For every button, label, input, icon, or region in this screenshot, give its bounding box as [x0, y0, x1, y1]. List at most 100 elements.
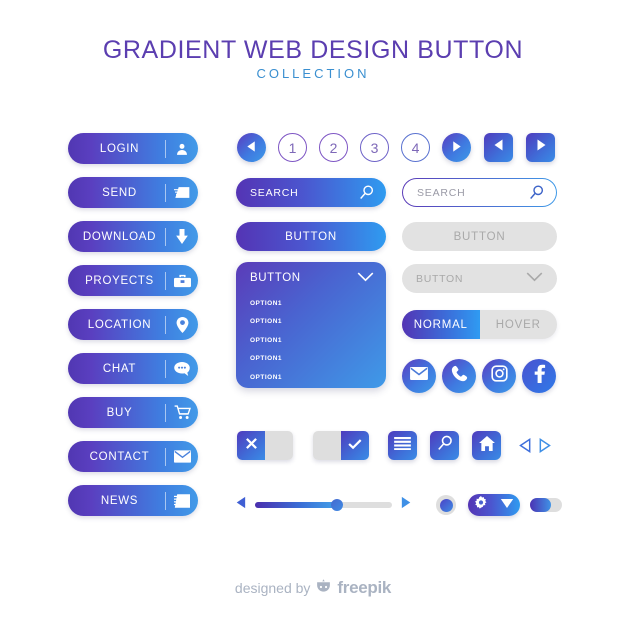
slider-control[interactable]: [236, 496, 411, 514]
menu-button[interactable]: [388, 431, 417, 460]
square-next-button[interactable]: [526, 133, 555, 162]
button-download[interactable]: DOWNLOAD: [68, 221, 198, 252]
button-login[interactable]: LOGIN: [68, 133, 198, 164]
envelope-icon: [166, 450, 198, 463]
pagination-page-3[interactable]: 3: [360, 133, 389, 162]
toggle-close-active-half[interactable]: [237, 431, 265, 460]
download-arrow-icon: [166, 229, 198, 244]
pagination-page-label: 3: [370, 139, 379, 156]
facebook-icon: [533, 364, 546, 388]
triangle-right-icon: [450, 140, 463, 156]
instagram-icon: [490, 365, 508, 387]
pagination-page-1[interactable]: 1: [278, 133, 307, 162]
segment-normal[interactable]: NORMAL: [402, 310, 480, 339]
dropdown-header-label: BUTTON: [250, 272, 301, 284]
triangle-left-icon: [492, 138, 506, 157]
social-instagram-button[interactable]: [482, 359, 516, 393]
social-facebook-button[interactable]: [522, 359, 556, 393]
social-email-button[interactable]: [402, 359, 436, 393]
dropdown-option[interactable]: OPTION1: [236, 294, 386, 313]
button-news[interactable]: NEWS: [68, 485, 198, 516]
mini-toggle-knob[interactable]: [530, 498, 551, 512]
segment-normal-label: NORMAL: [413, 318, 468, 331]
chat-bubble-icon: [166, 361, 198, 376]
button-send-label: SEND: [102, 186, 137, 199]
dropdown-option[interactable]: OPTION1: [236, 368, 386, 387]
envelope-icon: [410, 367, 428, 385]
footer-brand: freepik: [337, 578, 392, 597]
toggle-check-active-half[interactable]: [341, 431, 369, 460]
toggle-close-inactive-half[interactable]: [265, 431, 293, 460]
toolbox-icon: [166, 274, 198, 288]
slider-track[interactable]: [255, 499, 392, 511]
magnifier-icon: [359, 185, 386, 200]
primary-button-label: BUTTON: [285, 230, 337, 243]
segment-hover-label: HOVER: [495, 318, 541, 331]
toggle-check[interactable]: [313, 431, 369, 460]
search-button-label: SEARCH: [250, 186, 299, 199]
phone-icon: [451, 365, 468, 387]
toggle-close[interactable]: [237, 431, 293, 460]
primary-button[interactable]: BUTTON: [236, 222, 386, 251]
triangle-right-outline-icon[interactable]: [538, 437, 551, 458]
pagination-page-2[interactable]: 2: [319, 133, 348, 162]
triangle-right-icon: [534, 138, 548, 157]
button-send[interactable]: SEND: [68, 177, 198, 208]
check-icon: [348, 437, 362, 455]
page-subtitle: COLLECTION: [256, 66, 370, 81]
disabled-button[interactable]: BUTTON: [402, 222, 557, 251]
dropdown-option[interactable]: OPTION1: [236, 313, 386, 332]
toggle-check-inactive-half[interactable]: [313, 431, 341, 460]
small-arrow-pair: [519, 437, 551, 458]
home-button[interactable]: [472, 431, 501, 460]
button-proyects[interactable]: PROYECTS: [68, 265, 198, 296]
social-phone-button[interactable]: [442, 359, 476, 393]
search-button-filled[interactable]: SEARCH: [236, 178, 386, 207]
footer-prefix: designed by: [234, 580, 311, 596]
dropdown-option[interactable]: OPTION1: [236, 331, 386, 350]
dropdown-option[interactable]: OPTION1: [236, 350, 386, 369]
triangle-left-outline-icon[interactable]: [519, 437, 532, 458]
segmented-control[interactable]: NORMAL HOVER: [402, 310, 557, 339]
square-prev-button[interactable]: [484, 133, 513, 162]
pagination-prev-button[interactable]: [237, 133, 266, 162]
button-download-label: DOWNLOAD: [82, 230, 157, 243]
pagination-page-label: 2: [329, 139, 338, 156]
radio-button[interactable]: [436, 495, 456, 515]
settings-dropdown-button[interactable]: [468, 494, 520, 516]
magnifier-icon[interactable]: [529, 185, 556, 200]
dropdown-header[interactable]: BUTTON: [236, 262, 386, 294]
select-disabled-label: BUTTON: [416, 272, 464, 285]
segment-hover[interactable]: HOVER: [480, 310, 558, 339]
chevron-down-filled-icon: [500, 496, 514, 514]
chevron-down-icon: [357, 272, 374, 285]
pagination-page-label: 1: [288, 139, 297, 156]
button-buy-label: BUY: [106, 406, 133, 419]
page-title: GRADIENT WEB DESIGN BUTTON: [102, 36, 524, 64]
magnifier-icon: [437, 435, 453, 456]
dropdown-panel[interactable]: BUTTON OPTION1 OPTION1 OPTION1 OPTION1 O…: [236, 262, 386, 388]
news-lines-icon: [166, 493, 198, 508]
user-icon: [166, 142, 198, 156]
pagination-next-button[interactable]: [442, 133, 471, 162]
triangle-left-icon: [245, 140, 258, 156]
chevron-down-icon: [526, 272, 543, 285]
button-chat-label: CHAT: [102, 362, 137, 375]
select-disabled[interactable]: BUTTON: [402, 264, 557, 293]
mini-toggle-switch[interactable]: [530, 498, 562, 512]
radio-dot: [439, 498, 453, 512]
button-buy[interactable]: BUY: [68, 397, 198, 428]
button-contact[interactable]: CONTACT: [68, 441, 198, 472]
search-input-outlined[interactable]: SEARCH: [402, 178, 557, 207]
button-location[interactable]: LOCATION: [68, 309, 198, 340]
disabled-button-label: BUTTON: [453, 230, 506, 243]
pagination-page-4[interactable]: 4: [401, 133, 430, 162]
button-news-label: NEWS: [100, 494, 139, 507]
triangle-right-icon[interactable]: [400, 496, 411, 514]
send-envelope-icon: [166, 186, 198, 199]
triangle-left-icon[interactable]: [236, 496, 247, 514]
search-icon-button[interactable]: [430, 431, 459, 460]
button-chat[interactable]: CHAT: [68, 353, 198, 384]
shopping-cart-icon: [166, 405, 198, 420]
slider-thumb[interactable]: [331, 499, 344, 511]
